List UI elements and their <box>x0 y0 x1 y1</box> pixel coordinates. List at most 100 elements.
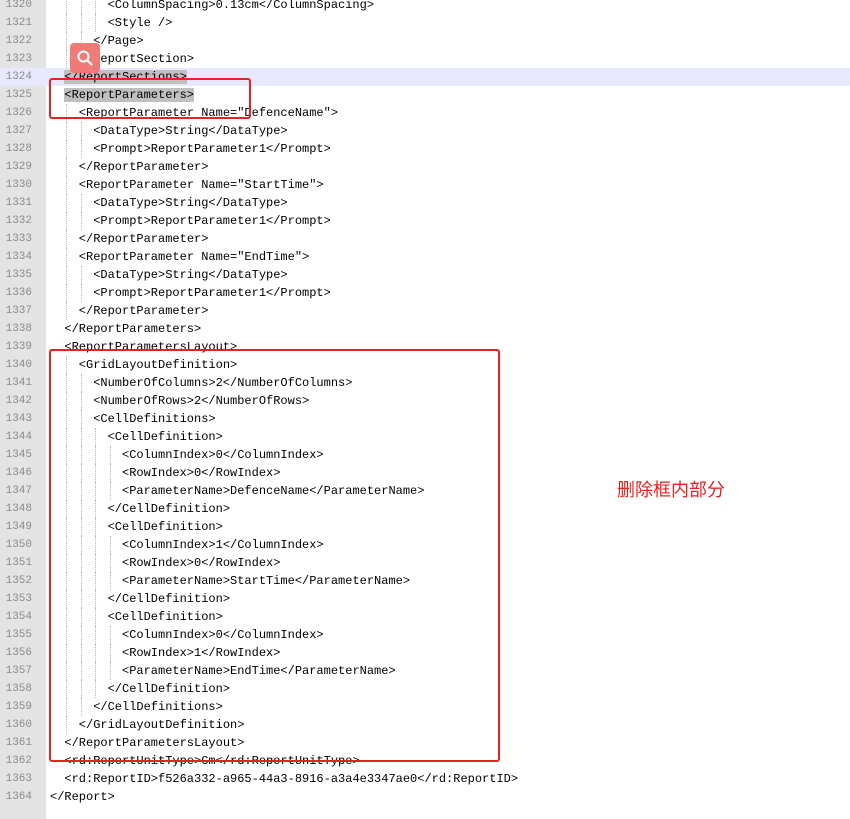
code-editor[interactable]: 1320 <ColumnSpacing>0.13cm</ColumnSpacing… <box>0 0 850 819</box>
code-text: <Prompt>ReportParameter1</Prompt> <box>93 212 331 230</box>
code-text-content: </ReportParameter> <box>78 160 209 174</box>
code-text-content: <Prompt>ReportParameter1</Prompt> <box>93 142 331 156</box>
line-number: 1355 <box>5 629 32 641</box>
indent-guide <box>66 266 68 284</box>
line-number: 1362 <box>5 755 32 767</box>
code-text: <rd:ReportID>f526a332-a965-44a3-8916-a3a… <box>64 770 518 788</box>
line-number: 1348 <box>5 503 32 515</box>
code-text-content: <ColumnSpacing>0.13cm</ColumnSpacing> <box>107 0 375 12</box>
code-text: <DataType>String</DataType> <box>93 266 287 284</box>
code-text: </ReportParameters> <box>64 320 201 338</box>
line-number: 1329 <box>5 161 32 173</box>
code-text-content: <rd:ReportID>f526a332-a965-44a3-8916-a3a… <box>64 772 519 786</box>
code-text-content: <ReportParameter Name="EndTime"> <box>78 250 310 264</box>
indent-guide <box>80 284 82 302</box>
highlight-box-selected-tags <box>49 78 251 119</box>
code-text: <DataType>String</DataType> <box>93 194 287 212</box>
indent-guide <box>66 248 68 266</box>
line-number: 1336 <box>5 287 32 299</box>
code-line[interactable]: 1329 </ReportParameter> <box>0 158 850 176</box>
code-text: </Report> <box>50 788 115 806</box>
line-number: 1327 <box>5 125 32 137</box>
indent-guide <box>66 158 68 176</box>
line-number: 1333 <box>5 233 32 245</box>
line-number: 1349 <box>5 521 32 533</box>
code-text-content: <Style /> <box>107 16 173 30</box>
code-text: </Page> <box>93 32 143 50</box>
line-number: 1343 <box>5 413 32 425</box>
search-button[interactable] <box>70 43 100 73</box>
line-number: 1339 <box>5 341 32 353</box>
code-line[interactable]: 1331 <DataType>String</DataType> <box>0 194 850 212</box>
code-text: </ReportParameter> <box>79 302 209 320</box>
line-number: 1330 <box>5 179 32 191</box>
line-number: 1356 <box>5 647 32 659</box>
code-line[interactable]: 1334 <ReportParameter Name="EndTime"> <box>0 248 850 266</box>
indent-guide <box>66 302 68 320</box>
code-text-content: <DataType>String</DataType> <box>93 268 288 282</box>
code-line[interactable]: 1321 <Style /> <box>0 14 850 32</box>
code-text: <Prompt>ReportParameter1</Prompt> <box>93 284 331 302</box>
code-text-content: <DataType>String</DataType> <box>93 196 288 210</box>
code-text-content: </ReportParameter> <box>78 304 209 318</box>
line-number: 1344 <box>5 431 32 443</box>
line-number: 1361 <box>5 737 32 749</box>
code-text: <ReportParameter Name="StartTime"> <box>79 176 324 194</box>
code-text-content: <Prompt>ReportParameter1</Prompt> <box>93 286 331 300</box>
indent-guide <box>80 140 82 158</box>
line-number: 1346 <box>5 467 32 479</box>
code-line[interactable]: 1335 <DataType>String</DataType> <box>0 266 850 284</box>
line-number: 1358 <box>5 683 32 695</box>
code-text-content: <ReportParameter Name="StartTime"> <box>78 178 324 192</box>
code-line[interactable]: 1333 </ReportParameter> <box>0 230 850 248</box>
indent-guide <box>66 140 68 158</box>
code-text: <Style /> <box>108 14 173 32</box>
code-line[interactable]: 1336 <Prompt>ReportParameter1</Prompt> <box>0 284 850 302</box>
code-line[interactable]: 1327 <DataType>String</DataType> <box>0 122 850 140</box>
code-text-content: </Report> <box>50 790 115 804</box>
code-line[interactable]: 1338 </ReportParameters> <box>0 320 850 338</box>
indent-guide <box>80 266 82 284</box>
code-text: <DataType>String</DataType> <box>93 122 287 140</box>
line-number: 1360 <box>5 719 32 731</box>
line-number: 1350 <box>5 539 32 551</box>
line-number: 1338 <box>5 323 32 335</box>
line-number: 1352 <box>5 575 32 587</box>
code-line[interactable]: 1323 </ReportSection> <box>0 50 850 68</box>
indent-guide <box>80 14 82 32</box>
indent-guide <box>66 194 68 212</box>
code-text: </ReportParameter> <box>79 158 209 176</box>
code-text: <ReportParameter Name="EndTime"> <box>79 248 309 266</box>
line-number: 1332 <box>5 215 32 227</box>
code-text: <ColumnSpacing>0.13cm</ColumnSpacing> <box>108 0 374 14</box>
indent-guide <box>95 14 97 32</box>
code-text-content: </Page> <box>93 34 144 48</box>
line-number: 1363 <box>5 773 32 785</box>
code-line[interactable]: 1330 <ReportParameter Name="StartTime"> <box>0 176 850 194</box>
line-number: 1345 <box>5 449 32 461</box>
line-number: 1322 <box>5 35 32 47</box>
indent-guide <box>66 284 68 302</box>
line-number: 1326 <box>5 107 32 119</box>
line-number: 1325 <box>5 89 32 101</box>
code-line[interactable]: 1363 <rd:ReportID>f526a332-a965-44a3-8916… <box>0 770 850 788</box>
code-text-content: <DataType>String</DataType> <box>93 124 288 138</box>
highlight-box-parameters-layout <box>49 349 500 762</box>
indent-guide <box>66 50 68 68</box>
indent-guide <box>95 0 97 14</box>
line-number: 1324 <box>5 71 32 83</box>
code-text: <Prompt>ReportParameter1</Prompt> <box>93 140 331 158</box>
line-number: 1323 <box>5 53 32 65</box>
search-icon <box>77 50 93 66</box>
code-line[interactable]: 1328 <Prompt>ReportParameter1</Prompt> <box>0 140 850 158</box>
line-number: 1351 <box>5 557 32 569</box>
code-text-content: </ReportParameters> <box>64 322 202 336</box>
code-text-content: <Prompt>ReportParameter1</Prompt> <box>93 214 331 228</box>
line-number: 1331 <box>5 197 32 209</box>
code-line[interactable]: 1322 </Page> <box>0 32 850 50</box>
code-line[interactable]: 1320 <ColumnSpacing>0.13cm</ColumnSpacing… <box>0 0 850 14</box>
line-number: 1353 <box>5 593 32 605</box>
code-line[interactable]: 1332 <Prompt>ReportParameter1</Prompt> <box>0 212 850 230</box>
code-line[interactable]: 1337 </ReportParameter> <box>0 302 850 320</box>
code-line[interactable]: 1364 </Report> <box>0 788 850 806</box>
